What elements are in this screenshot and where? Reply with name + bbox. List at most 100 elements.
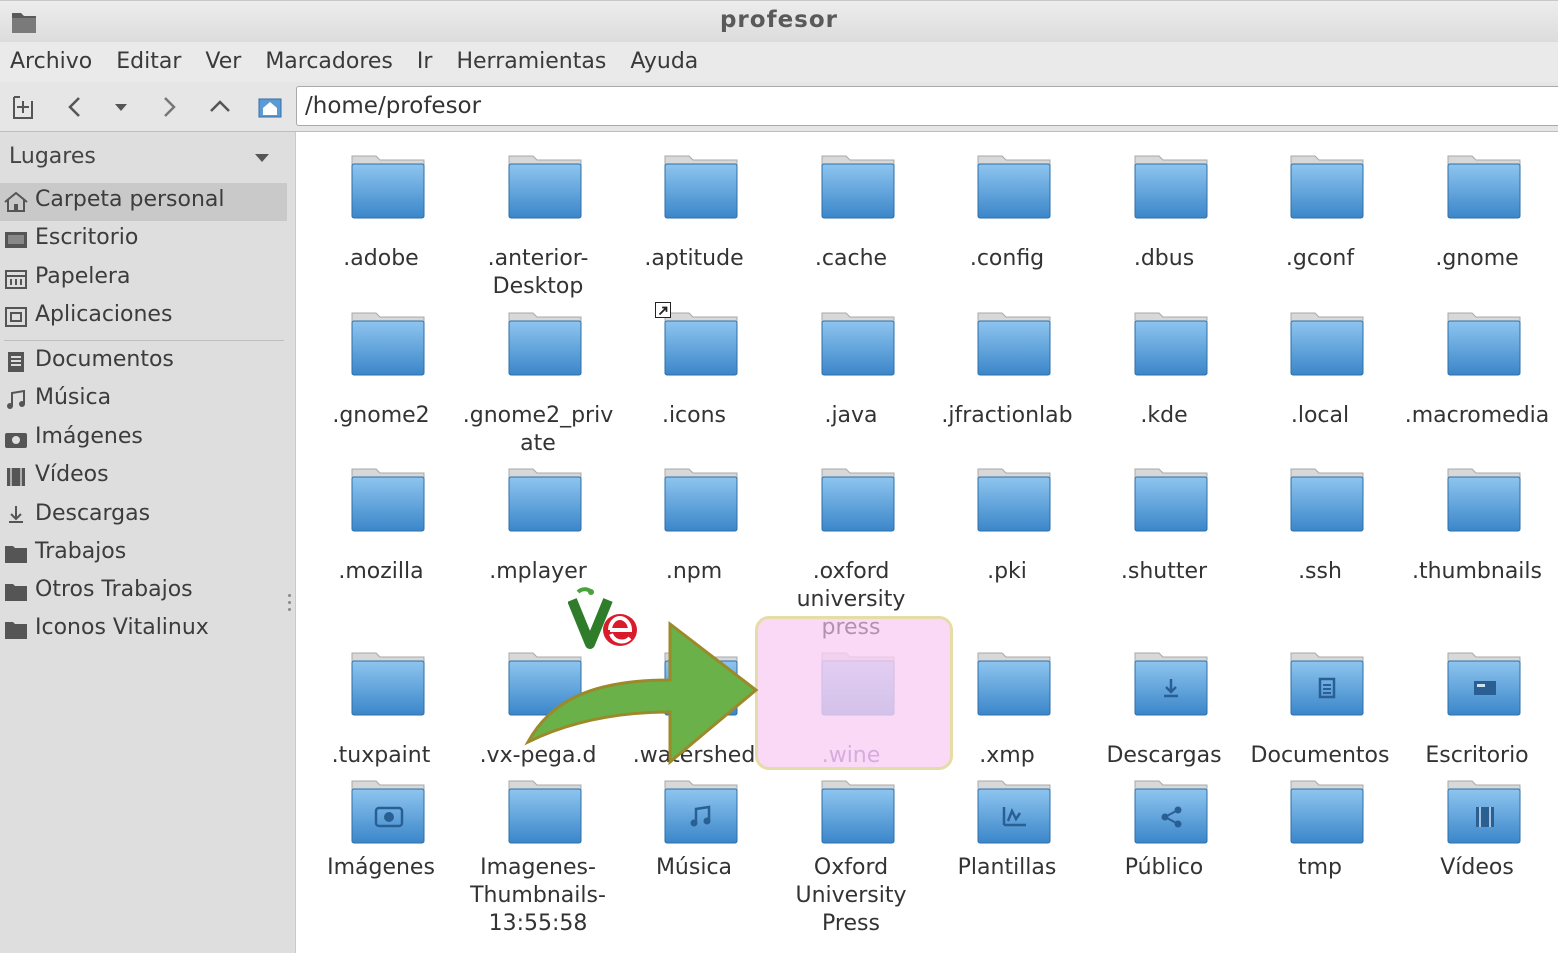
file-name: .config [969,246,1045,271]
sidebar-item-imagenes[interactable]: Imágenes [0,420,287,458]
file-name: .gnome [1435,246,1519,271]
file-name: .dbus [1133,246,1195,271]
music-icon [7,389,25,409]
sidebar-item-papelera[interactable]: Papelera [0,260,287,298]
file-grid: .adobe .anterior-Desktop .aptitude .cache .c… [297,132,1558,953]
file-name: .adobe [343,246,419,271]
sidebar: Lugares Carpeta personal Escritorio Pape… [0,132,296,953]
folder-icon [1447,155,1521,219]
sidebar-item-trabajos[interactable]: Trabajos [0,535,287,573]
folder-icon [664,155,738,219]
sidebar-item-aplicaciones[interactable]: Aplicaciones [0,298,287,336]
folder-icon [1134,155,1208,219]
sidebar-item-videos[interactable]: Vídeos [0,458,287,496]
file-name: .mozilla [338,559,424,584]
folder-icon [1290,312,1364,376]
file-name: .jfractionlab [941,403,1073,428]
sidebar-header-label: Lugares [9,144,96,169]
documents-icon [8,352,24,372]
file-name: Documentos [1250,743,1390,768]
sidebar-header[interactable]: Lugares [0,140,286,176]
folder-icon [1447,468,1521,532]
folder-icon [1134,468,1208,532]
file-name: .aptitude [644,246,744,271]
folder-icon [1290,780,1364,844]
history-dropdown-button[interactable] [104,90,138,124]
folder-icon [1134,312,1208,376]
file-name: .ssh [1298,559,1342,584]
folder-icon [1134,780,1208,844]
file-name: .thumbnails [1411,559,1542,584]
file-name: .shutter [1120,559,1208,584]
menu-ver[interactable]: Ver [193,42,253,82]
home-button[interactable] [253,90,287,124]
sidebar-item-documentos[interactable]: Documentos [0,343,287,381]
file-name: .macromedia [1404,403,1550,428]
trash-icon [5,270,27,289]
folder-icon [1290,652,1364,716]
file-name: .tuxpaint [331,743,431,768]
folder-icon [1134,652,1208,716]
folder-icon [1290,468,1364,532]
sidebar-item-musica[interactable]: Música [0,381,287,419]
chevron-up-icon [210,100,230,112]
chevron-down-icon [255,154,269,162]
camera-icon [5,433,27,448]
file-name: .mplayer [489,559,587,584]
folder-icon [977,155,1051,219]
file-name: Oxford University Press [795,855,907,936]
sidebar-resize-handle[interactable] [288,594,292,616]
back-button[interactable] [58,90,92,124]
menu-ayuda[interactable]: Ayuda [618,42,710,82]
folder-icon [508,312,582,376]
folder-icon [977,780,1051,844]
window-title: profesor [719,7,839,33]
menu-bar: Archivo Editar Ver Marcadores Ir Herrami… [0,42,1558,82]
menu-archivo[interactable]: Archivo [0,42,104,82]
file-name: Imágenes [327,855,435,880]
file-name: .cache [814,246,888,271]
menu-ir[interactable]: Ir [405,42,445,82]
folder-icon [351,312,425,376]
folder-icon [5,584,27,601]
sidebar-item-escritorio[interactable]: Escritorio [0,221,287,259]
sidebar-item-carpeta-personal[interactable]: Carpeta personal [0,183,287,221]
folder-icon [1447,780,1521,844]
file-name: .anterior-Desktop [487,246,589,299]
desktop-icon [5,232,27,248]
new-tab-button[interactable] [6,90,40,124]
folder-icon [5,546,27,563]
sidebar-item-otros-trabajos[interactable]: Otros Trabajos [0,573,287,611]
folder-icon [977,468,1051,532]
folder-icon [664,468,738,532]
folder-icon [1290,155,1364,219]
folder-icon [351,652,425,716]
folder-icon [1447,652,1521,716]
up-button[interactable] [203,90,237,124]
sidebar-item-iconos-vitalinux[interactable]: Iconos Vitalinux [0,611,287,649]
title-bar[interactable]: profesor [0,0,1558,42]
toolbar: /home/profesor [0,82,1558,132]
chevron-left-icon [68,97,80,117]
sidebar-item-descargas[interactable]: Descargas [0,497,287,535]
menu-marcadores[interactable]: Marcadores [253,42,405,82]
home-icon [4,191,28,212]
menu-herramientas[interactable]: Herramientas [444,42,618,82]
highlight-box [755,616,953,770]
vitalinux-logo-icon [568,587,637,649]
file-name: .local [1290,403,1350,428]
file-name: .java [824,403,878,428]
chevron-right-icon [164,97,176,117]
applications-icon [5,307,27,327]
file-name: Escritorio [1425,743,1529,768]
sidebar-divider [4,340,284,341]
film-icon [7,468,25,486]
folder-icon [351,468,425,532]
forward-button[interactable] [152,90,186,124]
location-input[interactable]: /home/profesor [296,86,1558,126]
file-name: Plantillas [957,855,1057,880]
folder-icon [664,312,738,376]
menu-editar[interactable]: Editar [104,42,193,82]
folder-icon [821,780,895,844]
download-icon [9,506,23,523]
